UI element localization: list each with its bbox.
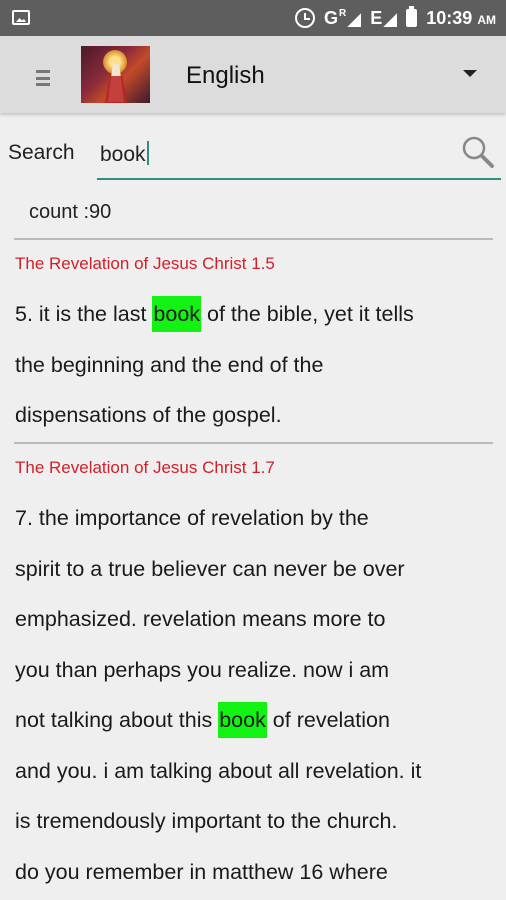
result-line: do you remember in matthew 16 where	[15, 859, 388, 884]
result-line: emphasized. revelation means more to	[15, 607, 386, 631]
status-bar: GR E 10:39 AM	[0, 0, 506, 36]
search-icon[interactable]	[461, 135, 495, 169]
result-text[interactable]: 7. the importance of revelation by the sp…	[15, 493, 500, 897]
results-count: count :90	[29, 201, 112, 223]
result-line-text: of revelation	[266, 708, 390, 732]
search-input[interactable]: book	[97, 134, 501, 180]
signal-icon	[383, 13, 398, 27]
result-line: 7. the importance of revelation by the	[15, 506, 369, 530]
gallery-icon	[12, 10, 30, 25]
network-type-label: E	[370, 8, 383, 28]
app-logo	[81, 46, 150, 103]
network-type-label: G	[324, 8, 339, 28]
search-label: Search	[8, 141, 75, 164]
result-line: the beginning and the end of the	[15, 352, 324, 377]
chevron-down-icon[interactable]	[463, 70, 477, 77]
battery-icon	[406, 6, 418, 27]
alarm-icon	[295, 8, 315, 28]
result-divider	[14, 442, 493, 444]
result-text[interactable]: 5. it is the last book of the bible, yet…	[15, 289, 500, 441]
result-title[interactable]: The Revelation of Jesus Christ 1.7	[15, 458, 275, 478]
status-icons: GR E 10:39 AM	[295, 6, 496, 30]
search-match-highlight: book	[218, 702, 267, 738]
result-line-text: 5. it is the last	[15, 302, 153, 326]
app-toolbar: English	[0, 36, 506, 113]
signal-g-indicator: GR	[324, 8, 362, 28]
text-caret	[146, 141, 149, 165]
result-line: is tremendously important to the church.	[15, 809, 398, 833]
signal-icon	[347, 13, 362, 27]
result-line: you than perhaps you realize. now i am	[15, 657, 390, 682]
result-title[interactable]: The Revelation of Jesus Christ 1.5	[15, 254, 275, 274]
result-line: 5. it is the last book of the bible, yet…	[15, 289, 500, 340]
status-time: 10:39 AM	[426, 8, 496, 29]
result-line: and you. i am talking about all revelati…	[15, 758, 422, 783]
result-line: not talking about this book of revelatio…	[15, 695, 500, 746]
result-line-text: of the bible, yet it tells	[201, 302, 414, 326]
result-line: dispensations of the gospel.	[15, 403, 282, 427]
language-selector[interactable]: English	[186, 62, 265, 90]
result-line: spirit to a true believer can never be o…	[15, 556, 405, 581]
signal-e-indicator: E	[370, 8, 398, 28]
result-line-text: not talking about this	[15, 708, 219, 732]
time-value: 10:39	[426, 7, 473, 28]
menu-icon[interactable]	[36, 70, 50, 86]
network-roaming-label: R	[339, 8, 347, 19]
result-divider	[14, 238, 493, 240]
search-input-value[interactable]: book	[100, 143, 146, 166]
time-ampm: AM	[477, 12, 496, 27]
search-match-highlight: book	[152, 296, 202, 332]
